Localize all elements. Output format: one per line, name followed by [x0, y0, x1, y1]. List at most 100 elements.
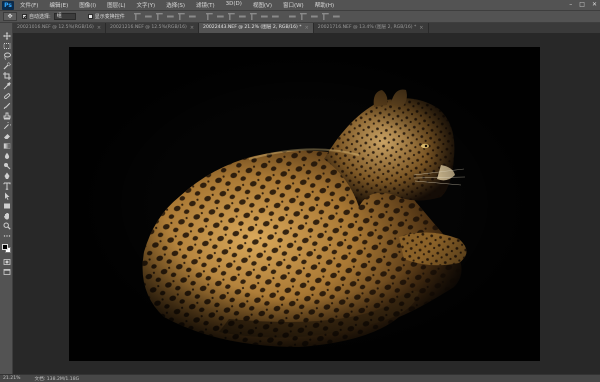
more-tools[interactable] — [0, 231, 13, 241]
window-controls: – □ ✕ — [569, 1, 597, 8]
healing-brush-tool[interactable] — [0, 91, 13, 101]
distribute-top-icon[interactable] — [205, 13, 213, 20]
document-tab-label: 20021016.NEF @ 12.5%(RGB/16) — [17, 25, 94, 30]
zoom-tool[interactable] — [0, 221, 13, 231]
document-tab[interactable]: 20021216.NEF @ 12.5%(RGB/16) × — [106, 23, 200, 33]
align-top-icon[interactable] — [133, 13, 141, 20]
auto-select-checkbox[interactable] — [22, 14, 27, 19]
menu-items: 文件(F) 编辑(E) 图像(I) 图层(L) 文字(Y) 选择(S) 滤镜(T) 3D(D)… — [20, 1, 345, 9]
photoshop-logo: Ps — [2, 0, 14, 10]
eyedropper-tool[interactable] — [0, 81, 13, 91]
document-size[interactable]: 文档: 138.2M/1.18G — [35, 376, 80, 382]
close-tab-icon[interactable]: × — [305, 23, 309, 33]
align-left-icon[interactable] — [166, 15, 174, 18]
document-tab-label: 20021216.NEF @ 12.5%(RGB/16) — [110, 25, 187, 30]
screen-mode-button[interactable] — [0, 267, 13, 277]
maximize-button[interactable]: □ — [579, 1, 585, 8]
marquee-icon — [3, 43, 10, 49]
gradient-icon — [3, 143, 10, 149]
distribute-hcenter-icon[interactable] — [249, 13, 257, 20]
document-tab[interactable]: 20021016.NEF @ 12.5%(RGB/16) × — [13, 23, 107, 33]
eraser-tool[interactable] — [0, 131, 13, 141]
menu-item-5[interactable]: 选择(S) — [166, 1, 185, 9]
blur-tool[interactable] — [0, 151, 13, 161]
distribute-buttons — [205, 13, 279, 20]
screen-mode-icon — [3, 269, 10, 275]
document-tab-label: 20022443.NEF @ 21.2% (图层 2, RGB/16) * — [203, 25, 302, 30]
close-tab-icon[interactable]: × — [190, 23, 194, 33]
crop-icon — [2, 72, 11, 80]
distribute-bottom-icon[interactable] — [227, 13, 235, 20]
quick-selection-icon — [3, 62, 11, 70]
marquee-tool[interactable] — [0, 41, 13, 51]
path-selection-icon — [4, 192, 9, 200]
menu-bar: Ps 文件(F) 编辑(E) 图像(I) 图层(L) 文字(Y) 选择(S) 滤镜(T) 3D… — [0, 0, 600, 10]
move-tool-preset-button[interactable]: ✥ — [3, 12, 17, 21]
close-button[interactable]: ✕ — [592, 1, 597, 8]
foreground-color-swatch[interactable] — [2, 244, 8, 250]
distribute-vcenter-icon[interactable] — [216, 15, 224, 18]
auto-select-dropdown[interactable]: 组 — [53, 13, 76, 20]
distribute-left-icon[interactable] — [238, 15, 246, 18]
align-vcenter-icon[interactable] — [144, 15, 152, 18]
3d-drag-icon[interactable] — [310, 15, 318, 18]
menu-item-3[interactable]: 图层(L) — [107, 1, 125, 9]
clone-stamp-icon — [3, 112, 10, 120]
document-canvas[interactable] — [69, 47, 540, 361]
close-tab-icon[interactable]: × — [97, 23, 101, 33]
menu-item-7[interactable]: 3D(D) — [226, 1, 242, 9]
zoom-level[interactable]: 21.21% — [3, 376, 21, 381]
close-tab-icon[interactable]: × — [419, 23, 423, 33]
align-right-icon[interactable] — [188, 15, 196, 18]
menu-item-1[interactable]: 编辑(E) — [49, 1, 68, 9]
menu-item-8[interactable]: 视图(V) — [253, 1, 272, 9]
align-bottom-icon[interactable] — [155, 13, 163, 20]
menu-item-0[interactable]: 文件(F) — [20, 1, 38, 9]
shape-icon — [3, 203, 10, 209]
document-tab[interactable]: 20021716.NEF @ 13.4% (图层 2, RGB/16) * × — [314, 23, 429, 33]
dodge-icon — [3, 163, 10, 170]
3d-mode-buttons — [288, 13, 340, 20]
dodge-tool[interactable] — [0, 161, 13, 171]
menu-item-10[interactable]: 帮助(H) — [315, 1, 334, 9]
minimize-button[interactable]: – — [569, 1, 572, 8]
type-tool[interactable] — [0, 181, 13, 191]
workspace — [13, 33, 600, 374]
align-hcenter-icon[interactable] — [177, 13, 185, 20]
color-swatches[interactable] — [0, 243, 13, 257]
3d-rotate-icon[interactable] — [288, 15, 296, 18]
pen-icon — [4, 172, 9, 179]
distribute-right-icon[interactable] — [260, 15, 268, 18]
show-transform-label: 显示变换控件 — [94, 14, 125, 20]
menu-item-2[interactable]: 图像(I) — [79, 1, 96, 9]
document-tab[interactable]: 20022443.NEF @ 21.2% (图层 2, RGB/16) * × — [199, 23, 314, 33]
lasso-tool[interactable] — [0, 51, 13, 61]
zoom-icon — [3, 222, 11, 230]
status-bar: 21.21% 文档: 138.2M/1.18G — [0, 374, 600, 382]
quick-selection-tool[interactable] — [0, 61, 13, 71]
menu-item-4[interactable]: 文字(Y) — [137, 1, 156, 9]
crop-tool[interactable] — [0, 71, 13, 81]
auto-align-icon[interactable] — [271, 15, 279, 18]
brush-tool[interactable] — [0, 101, 13, 111]
blur-icon — [4, 152, 9, 159]
move-tool[interactable] — [0, 31, 13, 41]
document-tabs: 20021016.NEF @ 12.5%(RGB/16) × 20021216.NE… — [13, 23, 600, 33]
pen-tool[interactable] — [0, 171, 13, 181]
show-transform-checkbox[interactable] — [87, 14, 93, 19]
auto-select-label: 自动选择: — [29, 14, 51, 20]
ellipsis-icon — [3, 235, 10, 237]
clone-stamp-tool[interactable] — [0, 111, 13, 121]
quick-mask-button[interactable] — [0, 257, 13, 267]
gradient-tool[interactable] — [0, 141, 13, 151]
path-selection-tool[interactable] — [0, 191, 13, 201]
menu-item-9[interactable]: 窗口(W) — [283, 1, 304, 9]
history-brush-tool[interactable] — [0, 121, 13, 131]
3d-roll-icon[interactable] — [299, 13, 307, 20]
3d-scale-icon[interactable] — [332, 15, 340, 18]
brush-icon — [3, 102, 10, 110]
menu-item-6[interactable]: 滤镜(T) — [196, 1, 215, 9]
hand-tool[interactable] — [0, 211, 13, 221]
3d-slide-icon[interactable] — [321, 13, 329, 20]
shape-tool[interactable] — [0, 201, 13, 211]
